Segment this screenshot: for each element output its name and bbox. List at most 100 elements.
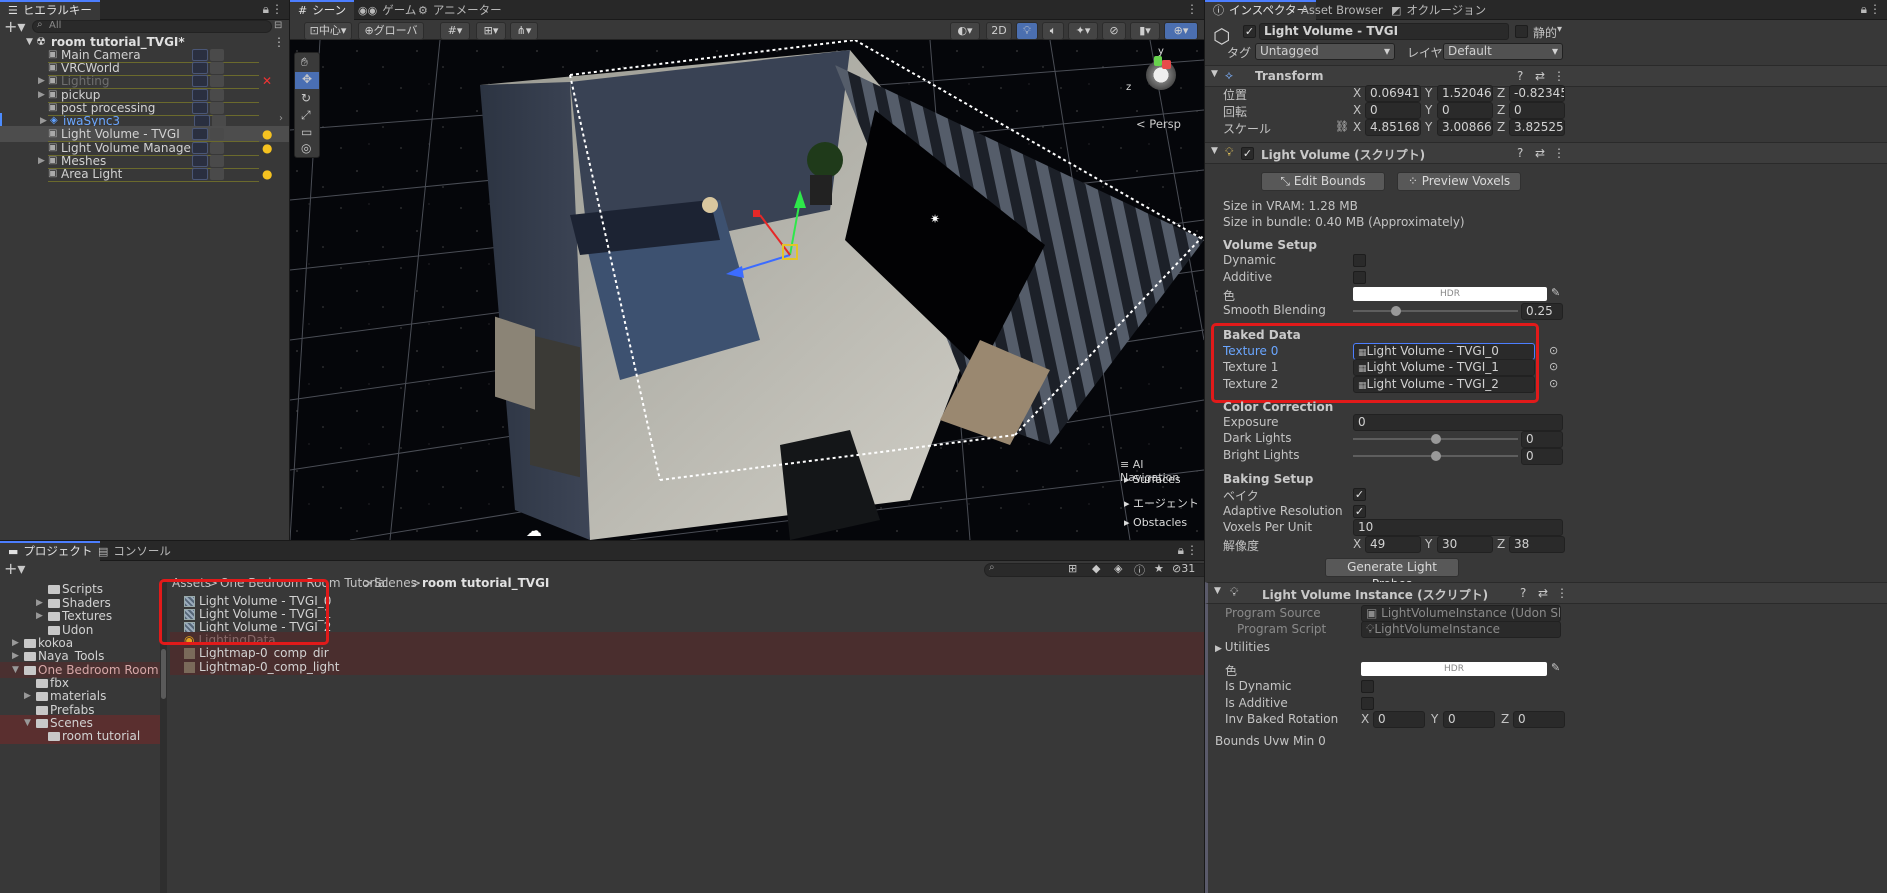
rect-tool-icon[interactable]: ▭ [301,125,312,139]
tab-animator[interactable]: ⚙ アニメーター [410,0,510,20]
scale-z-field[interactable]: 3.825255 [1509,119,1565,136]
link-scale-icon[interactable]: ⛓ [1335,120,1349,133]
slider-knob[interactable] [1431,451,1441,461]
scale-tool-icon[interactable]: ⤢ [301,108,311,123]
static-checkbox[interactable] [1515,25,1528,38]
audio-toggle-button[interactable]: 🔈︎ [1042,22,1064,40]
preview-voxels-button[interactable]: ⁘ Preview Voxels [1397,172,1521,191]
preset-icon[interactable]: ⇄ [1535,146,1545,160]
inv-rotation-y-field[interactable]: 0 [1443,711,1495,728]
resolution-y-field[interactable]: 30 [1437,536,1493,553]
filter-icon[interactable]: ⊟ [274,20,282,31]
ai-nav-obstacles[interactable]: ▸ Obstacles [1124,516,1187,529]
slider-knob[interactable] [1431,434,1441,444]
tab-project[interactable]: ▬ プロジェクト [0,541,101,561]
rotation-x-field[interactable]: 0 [1365,102,1421,119]
dark-lights-field[interactable]: 0 [1521,431,1563,448]
smooth-blending-field[interactable]: 0.25 [1521,303,1563,320]
pickable-toggle-icon[interactable] [210,75,224,87]
scale-y-field[interactable]: 3.008664 [1437,119,1493,136]
grid-snap-button[interactable]: #▾ [440,22,470,40]
visibility-toggle-icon[interactable] [192,168,208,180]
preset-icon[interactable]: ⇄ [1538,586,1548,600]
component-menu-icon[interactable]: ⋮ [1556,586,1568,600]
tab-asset-browser[interactable]: Asset Browser [1293,0,1391,20]
pivot-dropdown[interactable]: ⊡中心▾ [304,22,352,40]
fold-arrow-icon[interactable]: ▼ [1211,146,1218,156]
lock-icon[interactable]: 🔒︎ [1861,2,1867,17]
hidden-packages-icon[interactable]: ⊘31 [1172,562,1195,575]
tab-scene[interactable]: # シーン [290,0,355,20]
transform-header[interactable]: ▼ ⟡ Transform ? ⇄ ⋮ [1205,65,1887,87]
component-enabled-checkbox[interactable]: ✓ [1241,147,1254,160]
component-menu-icon[interactable]: ⋮ [1553,146,1565,160]
fold-arrow-icon[interactable]: ▼ [1214,586,1221,596]
program-source-field[interactable]: ▣ LightVolumeInstance (Udon Sharp P [1361,605,1561,622]
slider-knob[interactable] [1391,306,1401,316]
ai-nav-surfaces[interactable]: ▸ Surfaces [1124,473,1181,486]
more-menu-icon[interactable]: ⋮ [1869,2,1881,16]
utilities-foldout[interactable]: ▶ Utilities [1215,640,1270,654]
component-menu-icon[interactable]: ⋮ [1553,69,1565,83]
transform-tool-icon[interactable]: ◎ [301,141,311,155]
help-icon[interactable]: ? [1517,69,1523,83]
position-y-field[interactable]: 1.520468 [1437,85,1493,102]
bright-lights-slider[interactable] [1353,451,1518,461]
space-dropdown[interactable]: ⊕グローバル▾ [358,22,424,53]
visibility-toggle-icon[interactable] [192,75,208,87]
persp-label[interactable]: < Persp [1136,117,1181,131]
help-icon[interactable]: ? [1520,586,1526,600]
visibility-button[interactable]: ⊘ [1102,22,1126,40]
scale-x-field[interactable]: 4.851689 [1365,119,1421,136]
dynamic-checkbox[interactable] [1353,254,1366,267]
search-by-type-icon[interactable]: ⊞ [1068,562,1077,575]
shading-mode-button[interactable]: ◐▾ [950,22,980,40]
camera-button[interactable]: ▮▾ [1130,22,1160,40]
instance-color-swatch[interactable]: HDR [1361,662,1547,676]
bright-lights-field[interactable]: 0 [1521,448,1563,465]
ruler-button[interactable]: ⋔▾ [510,22,538,40]
object-name-field[interactable]: Light Volume - TVGI [1259,23,1509,40]
inv-rotation-x-field[interactable]: 0 [1373,711,1425,728]
position-z-field[interactable]: -0.823451 [1509,85,1565,102]
position-x-field[interactable]: 0.0694155 [1365,85,1421,102]
adaptive-resolution-checkbox[interactable]: ✓ [1353,505,1366,518]
hierarchy-item[interactable]: ▣ Area Light ● [0,166,289,182]
smooth-blending-slider[interactable] [1353,306,1518,316]
project-tree-item[interactable]: room tutorial [0,728,160,744]
search-by-label-icon[interactable]: ◆ [1092,562,1100,575]
dark-lights-slider[interactable] [1353,434,1518,444]
program-script-field[interactable]: 💡︎LightVolumeInstance [1361,621,1561,638]
hand-tool-icon[interactable]: ✋︎ [301,55,308,70]
pickable-toggle-icon[interactable] [210,168,224,180]
object-picker-icon[interactable]: ⊙ [1549,377,1558,390]
hierarchy-search[interactable]: ⌕ All [32,19,272,33]
more-menu-icon[interactable]: ⋮ [1186,2,1198,16]
object-picker-icon[interactable]: ⊙ [1549,344,1558,357]
exposure-field[interactable]: 0 [1353,414,1563,431]
pickable-toggle-icon[interactable] [210,128,224,140]
lock-icon[interactable]: 🔒︎ [1178,543,1184,558]
edit-bounds-button[interactable]: ⤡ Edit Bounds [1261,172,1385,191]
tab-console[interactable]: ▤ コンソール [90,541,179,561]
tag-dropdown[interactable]: Untagged ▾ [1255,43,1395,60]
more-menu-icon[interactable]: ⋮ [1186,543,1198,557]
rotate-tool-icon[interactable]: ↻ [301,91,311,105]
generate-light-probes-button[interactable]: Generate Light Probes [1325,558,1459,591]
add-icon[interactable]: +▾ [4,559,25,578]
lighting-toggle-button[interactable]: 💡︎ [1016,22,1038,40]
collapse-arrow-icon[interactable]: › [279,113,283,124]
info-icon[interactable]: ⓘ [1134,562,1145,578]
layer-dropdown[interactable]: Default ▾ [1443,43,1563,60]
mode-2d-button[interactable]: 2D [986,22,1012,40]
lock-icon[interactable]: 🔒︎ [263,2,269,17]
move-tool-icon[interactable]: ✥ [295,72,319,89]
light-volume-instance-header[interactable]: ▼ 💡︎ Light Volume Instance (スクリプト) ? ⇄ ⋮ [1205,582,1887,604]
orientation-gizmo[interactable]: y z [1120,46,1200,122]
eyedropper-icon[interactable]: ✎ [1551,661,1560,674]
scene-viewport[interactable]: ✷ ☁ [290,40,1204,540]
resolution-x-field[interactable]: 49 [1365,536,1421,553]
more-menu-icon[interactable]: ⋮ [271,2,283,16]
asset-item[interactable]: Lightmap-0_comp_light [170,659,1204,675]
tree-scroll-thumb[interactable] [161,649,166,699]
